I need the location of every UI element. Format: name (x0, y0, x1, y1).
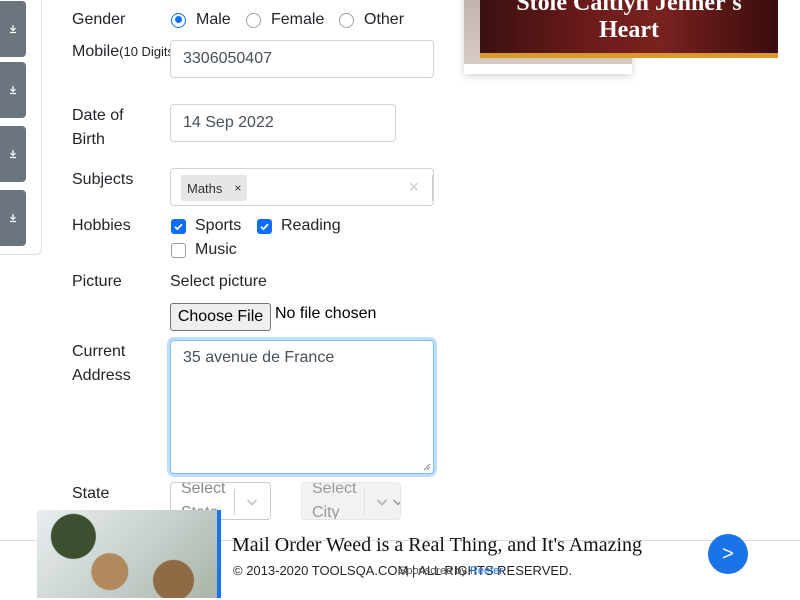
choose-file-button[interactable]: Choose File (170, 303, 271, 331)
subjects-separator (432, 175, 433, 201)
sidebar-panel (0, 0, 42, 255)
ad-bottom-title[interactable]: Mail Order Weed is a Real Thing, and It'… (232, 534, 642, 557)
subjects-label: Subjects (72, 171, 134, 188)
dob-value: 14 Sep 2022 (183, 114, 274, 131)
subjects-input[interactable]: Maths × × (170, 168, 434, 206)
download-icon (8, 213, 18, 223)
download-icon (8, 149, 18, 159)
ad-banner-line1: Stole Caitlyn Jenner's (516, 0, 742, 16)
select-picture-caption: Select picture (170, 273, 267, 290)
hobby-music-option[interactable]: Music (171, 238, 237, 262)
mobile-label: Mobile(10 Digits) (72, 40, 178, 64)
gender-female-radio[interactable] (246, 12, 261, 28)
chevron-down-icon (392, 499, 400, 506)
state-label: State (72, 485, 110, 502)
gender-other-option[interactable]: Other (339, 8, 404, 32)
ad-sponsor-link[interactable]: Reefer (470, 565, 503, 577)
gender-other-label[interactable]: Other (364, 11, 404, 29)
hobby-sports-checkbox[interactable] (171, 218, 186, 234)
gender-male-label[interactable]: Male (196, 11, 231, 29)
gender-female-label[interactable]: Female (271, 11, 324, 29)
download-icon (8, 24, 18, 34)
ad-sponsored-prefix: Sponsored by (399, 565, 470, 577)
city-select[interactable]: Select City (301, 482, 401, 520)
gender-female-option[interactable]: Female (246, 8, 324, 32)
hobby-sports-label[interactable]: Sports (195, 217, 241, 235)
current-address-value: 35 avenue de France (183, 349, 335, 366)
hobby-music-checkbox[interactable] (171, 242, 186, 258)
address-label-line2: Address (72, 367, 131, 384)
ad-next-button[interactable]: > (708, 534, 748, 574)
file-status: No file chosen (275, 305, 377, 322)
mobile-label-text: Mobile (72, 43, 120, 60)
dob-input[interactable]: 14 Sep 2022 (170, 104, 396, 142)
download-button[interactable] (0, 190, 26, 246)
subject-chip: Maths × (181, 175, 248, 201)
address-label-line1: Current (72, 343, 126, 360)
hobby-reading-option[interactable]: Reading (257, 214, 341, 238)
dob-label-line1: Date of (72, 107, 124, 124)
ad-banner-line2: Heart (599, 17, 659, 43)
gender-other-radio[interactable] (339, 12, 354, 28)
chevron-down-icon[interactable] (245, 495, 259, 509)
ad-bottom-accent-bar (217, 510, 221, 598)
resize-grip-icon[interactable] (423, 463, 431, 471)
mobile-value: 3306050407 (183, 50, 272, 67)
address-label: Current Address (72, 340, 131, 388)
hobby-reading-label[interactable]: Reading (281, 217, 341, 235)
city-select-separator (364, 489, 365, 515)
chip-remove-icon[interactable]: × (228, 181, 247, 195)
clear-icon[interactable]: × (408, 177, 419, 198)
state-select-separator (234, 489, 235, 515)
gender-label: Gender (72, 11, 126, 28)
download-icon (8, 85, 18, 95)
download-button[interactable] (0, 126, 26, 182)
hobbies-label: Hobbies (72, 217, 131, 234)
check-icon (260, 223, 269, 230)
download-button[interactable] (0, 62, 26, 118)
dob-label-line2: Birth (72, 131, 105, 148)
chevron-right-icon: > (722, 542, 734, 565)
picture-label: Picture (72, 273, 122, 290)
ad-banner[interactable]: Stole Caitlyn Jenner's Heart (480, 0, 778, 54)
city-placeholder-line2: City (312, 504, 340, 520)
gender-male-option[interactable]: Male (171, 8, 231, 32)
current-address-textarea[interactable]: 35 avenue de France (170, 340, 434, 474)
city-placeholder-line1: Select (312, 482, 357, 497)
check-icon (174, 223, 183, 230)
ad-bottom-image[interactable] (37, 510, 219, 598)
hobby-reading-checkbox[interactable] (257, 218, 272, 234)
dob-label: Date of Birth (72, 104, 124, 152)
gender-male-radio[interactable] (171, 12, 186, 28)
chevron-down-icon (376, 499, 388, 506)
download-button[interactable] (0, 1, 26, 57)
hobby-sports-option[interactable]: Sports (171, 214, 241, 238)
hobby-music-label[interactable]: Music (195, 241, 237, 259)
city-placeholder: Select City (312, 482, 372, 520)
subject-chip-label: Maths (187, 180, 223, 196)
mobile-input[interactable]: 3306050407 (170, 40, 434, 78)
state-placeholder-line1: Select (181, 482, 226, 497)
ad-banner-accent-bar (480, 53, 778, 58)
ad-sponsored-line: Sponsored by Reefer (399, 565, 503, 577)
